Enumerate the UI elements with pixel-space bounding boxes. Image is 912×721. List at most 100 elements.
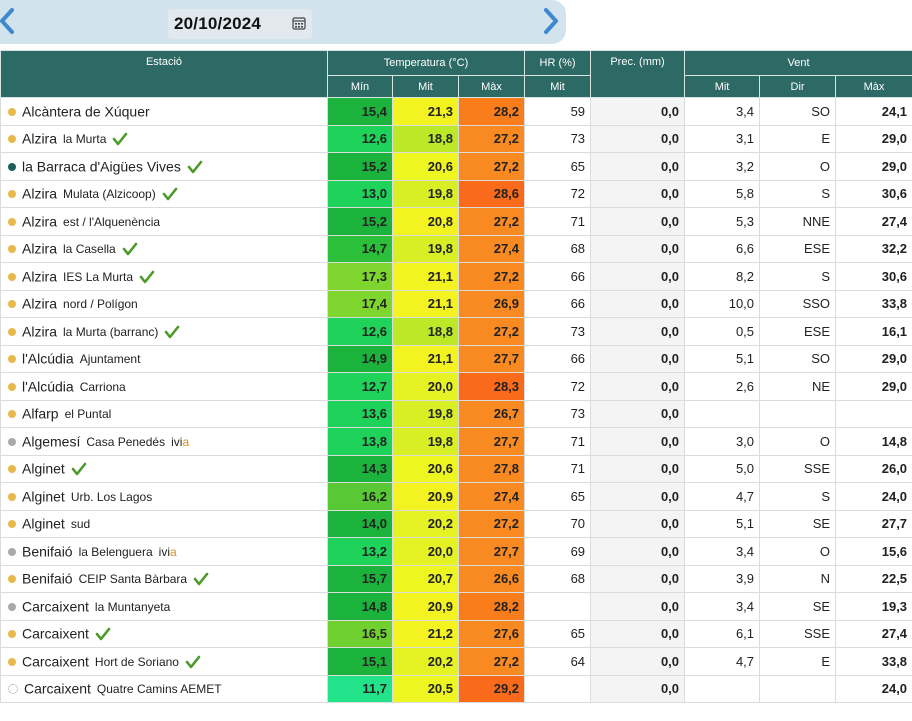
wind-mit-cell: 3,4 — [684, 97, 761, 126]
table-row[interactable]: Benifaió CEIP Santa Bàrbara 15,7 20,7 26,6 68… — [0, 564, 912, 593]
wind-mit-cell: 5,3 — [684, 207, 761, 236]
column-header-wind-mit[interactable]: Mit — [684, 75, 761, 98]
station-location: Urb. Los Lagos — [70, 489, 153, 504]
column-header-temp-min[interactable]: Mín — [327, 75, 393, 98]
station-cell[interactable]: l'Alcúdia Ajuntament — [0, 344, 328, 373]
wind-dir-cell — [759, 674, 837, 703]
station-name[interactable]: la Barraca d'Aigües Vives — [22, 159, 181, 175]
station-cell[interactable]: Alginet — [0, 454, 328, 483]
calendar-icon[interactable] — [292, 16, 306, 30]
status-dot-icon — [8, 684, 18, 695]
wind-mit-cell: 2,6 — [684, 372, 761, 401]
station-name[interactable]: Alzira — [22, 269, 57, 285]
table-row[interactable]: Benifaió la Belenguera ivia 13,2 20,0 27,7 69 0… — [0, 537, 912, 566]
column-header-hr-mit[interactable]: Mit — [524, 75, 592, 98]
table-row[interactable]: Alzira la Casella 14,7 19,8 27,4 68 0,0 6,6 ESE 3… — [0, 234, 912, 263]
temp-max-cell: 27,7 — [457, 537, 526, 566]
temp-mit-cell: 20,2 — [392, 509, 459, 538]
station-cell[interactable]: Carcaixent Quatre Camins AEMET — [0, 674, 328, 703]
station-name[interactable]: Alzira — [22, 131, 57, 147]
station-name[interactable]: Alginet — [22, 461, 65, 477]
date-picker[interactable]: 20/10/2024 — [168, 9, 312, 39]
station-name[interactable]: Alginet — [22, 489, 65, 505]
station-name[interactable]: Benifaió — [22, 544, 73, 560]
station-cell[interactable]: la Barraca d'Aigües Vives — [0, 152, 328, 181]
station-cell[interactable]: Alzira IES La Murta — [0, 262, 328, 291]
column-header-wind-max[interactable]: Màx — [835, 75, 912, 98]
station-name[interactable]: Algemesí — [22, 434, 80, 450]
table-row[interactable]: Carcaixent Hort de Soriano 15,1 20,2 27,2 64 0… — [0, 647, 912, 676]
table-row[interactable]: Alginet sud 14,0 20,2 27,2 70 0,0 5,1 SE 27,7 — [0, 509, 912, 538]
table-row[interactable]: Alfarp el Puntal 13,6 19,8 26,7 73 0,0 — [0, 399, 912, 428]
column-header-temp-mit[interactable]: Mit — [392, 75, 459, 98]
station-cell[interactable]: Algemesí Casa Penedés ivia — [0, 427, 328, 456]
station-cell[interactable]: Alzira Mulata (Alzicoop) — [0, 179, 328, 208]
station-name[interactable]: Alcàntera de Xúquer — [22, 104, 150, 120]
station-name[interactable]: Alginet — [22, 516, 65, 532]
table-row[interactable]: Alcàntera de Xúquer 15,4 21,3 28,2 59 0,0 3,4 S… — [0, 97, 912, 126]
station-cell[interactable]: Benifaió la Belenguera ivia — [0, 537, 328, 566]
station-name[interactable]: Alzira — [22, 241, 57, 257]
wind-mit-cell: 3,0 — [684, 427, 761, 456]
station-cell[interactable]: Alginet sud — [0, 509, 328, 538]
station-cell[interactable]: Alzira nord / Polígon — [0, 289, 328, 318]
temp-max-cell: 27,2 — [457, 262, 526, 291]
wind-max-cell: 29,0 — [835, 344, 912, 373]
station-name[interactable]: Carcaixent — [24, 681, 91, 697]
station-cell[interactable]: Alzira est / l'Alquenència — [0, 207, 328, 236]
table-row[interactable]: Carcaixent Quatre Camins AEMET 11,7 20,5 29,… — [0, 674, 912, 703]
wind-max-cell: 29,0 — [835, 152, 912, 181]
table-row[interactable]: l'Alcúdia Ajuntament 14,9 21,1 27,7 66 0,0 5,1 S… — [0, 344, 912, 373]
table-row[interactable]: Alzira la Murta (barranc) 12,6 18,8 27,2 73 0,… — [0, 317, 912, 346]
table-row[interactable]: Carcaixent 16,5 21,2 27,6 65 0,0 6,1 SSE 27,4 — [0, 619, 912, 648]
humidity-cell: 71 — [524, 454, 592, 483]
station-name[interactable]: Benifaió — [22, 571, 73, 587]
table-row[interactable]: l'Alcúdia Carriona 12,7 20,0 28,3 72 0,0 2,6 NE 2… — [0, 372, 912, 401]
temp-min-cell: 13,8 — [327, 427, 393, 456]
station-cell[interactable]: Alcàntera de Xúquer — [0, 97, 328, 126]
precipitation-cell: 0,0 — [590, 97, 686, 126]
station-name[interactable]: Carcaixent — [22, 599, 89, 615]
table-row[interactable]: Alzira nord / Polígon 17,4 21,1 26,9 66 0,0 10,… — [0, 289, 912, 318]
station-cell[interactable]: l'Alcúdia Carriona — [0, 372, 328, 401]
station-cell[interactable]: Alfarp el Puntal — [0, 399, 328, 428]
table-row[interactable]: Alzira IES La Murta 17,3 21,1 27,2 66 0,0 8,2 S 3… — [0, 262, 912, 291]
station-name[interactable]: Alzira — [22, 214, 57, 230]
table-row[interactable]: Alzira est / l'Alquenència 15,2 20,8 27,2 71 0… — [0, 207, 912, 236]
station-cell[interactable]: Alginet Urb. Los Lagos — [0, 482, 328, 511]
column-header-station[interactable]: Estació — [0, 50, 328, 98]
station-name[interactable]: Alzira — [22, 324, 57, 340]
table-row[interactable]: Carcaixent la Muntanyeta 14,8 20,9 28,2 0,0 3,… — [0, 592, 912, 621]
table-row[interactable]: Algemesí Casa Penedés ivia 13,8 19,8 27,7 71 0,… — [0, 427, 912, 456]
wind-max-cell: 15,6 — [835, 537, 912, 566]
table-row[interactable]: Alzira Mulata (Alzicoop) 13,0 19,8 28,6 72 0,0… — [0, 179, 912, 208]
temp-mit-cell: 20,6 — [392, 454, 459, 483]
station-cell[interactable]: Carcaixent la Muntanyeta — [0, 592, 328, 621]
station-name[interactable]: Alzira — [22, 296, 57, 312]
station-name[interactable]: Alfarp — [22, 406, 59, 422]
station-name[interactable]: l'Alcúdia — [22, 351, 74, 367]
station-cell[interactable]: Carcaixent Hort de Soriano — [0, 647, 328, 676]
station-cell[interactable]: Carcaixent — [0, 619, 328, 648]
station-name[interactable]: l'Alcúdia — [22, 379, 74, 395]
column-header-precipitation[interactable]: Prec. (mm) — [590, 50, 686, 98]
next-day-button[interactable] — [540, 6, 562, 36]
checkmark-icon — [122, 242, 138, 256]
column-header-temp-max[interactable]: Màx — [457, 75, 526, 98]
station-cell[interactable]: Alzira la Casella — [0, 234, 328, 263]
station-cell[interactable]: Benifaió CEIP Santa Bàrbara — [0, 564, 328, 593]
table-row[interactable]: Alginet 14,3 20,6 27,8 71 0,0 5,0 SSE 26,0 — [0, 454, 912, 483]
station-name[interactable]: Carcaixent — [22, 626, 89, 642]
previous-day-button[interactable] — [0, 6, 18, 36]
station-name[interactable]: Alzira — [22, 186, 57, 202]
table-row[interactable]: la Barraca d'Aigües Vives 15,2 20,6 27,2 65 0… — [0, 152, 912, 181]
table-row[interactable]: Alzira la Murta 12,6 18,8 27,2 73 0,0 3,1 E 29,0 — [0, 124, 912, 153]
column-header-wind-dir[interactable]: Dir — [759, 75, 837, 98]
status-dot-icon — [8, 575, 16, 584]
station-cell[interactable]: Alzira la Murta (barranc) — [0, 317, 328, 346]
station-cell[interactable]: Alzira la Murta — [0, 124, 328, 153]
temp-max-cell: 27,2 — [457, 647, 526, 676]
station-name[interactable]: Carcaixent — [22, 654, 89, 670]
wind-dir-cell: E — [759, 647, 837, 676]
table-row[interactable]: Alginet Urb. Los Lagos 16,2 20,9 27,4 65 0,0 4,… — [0, 482, 912, 511]
